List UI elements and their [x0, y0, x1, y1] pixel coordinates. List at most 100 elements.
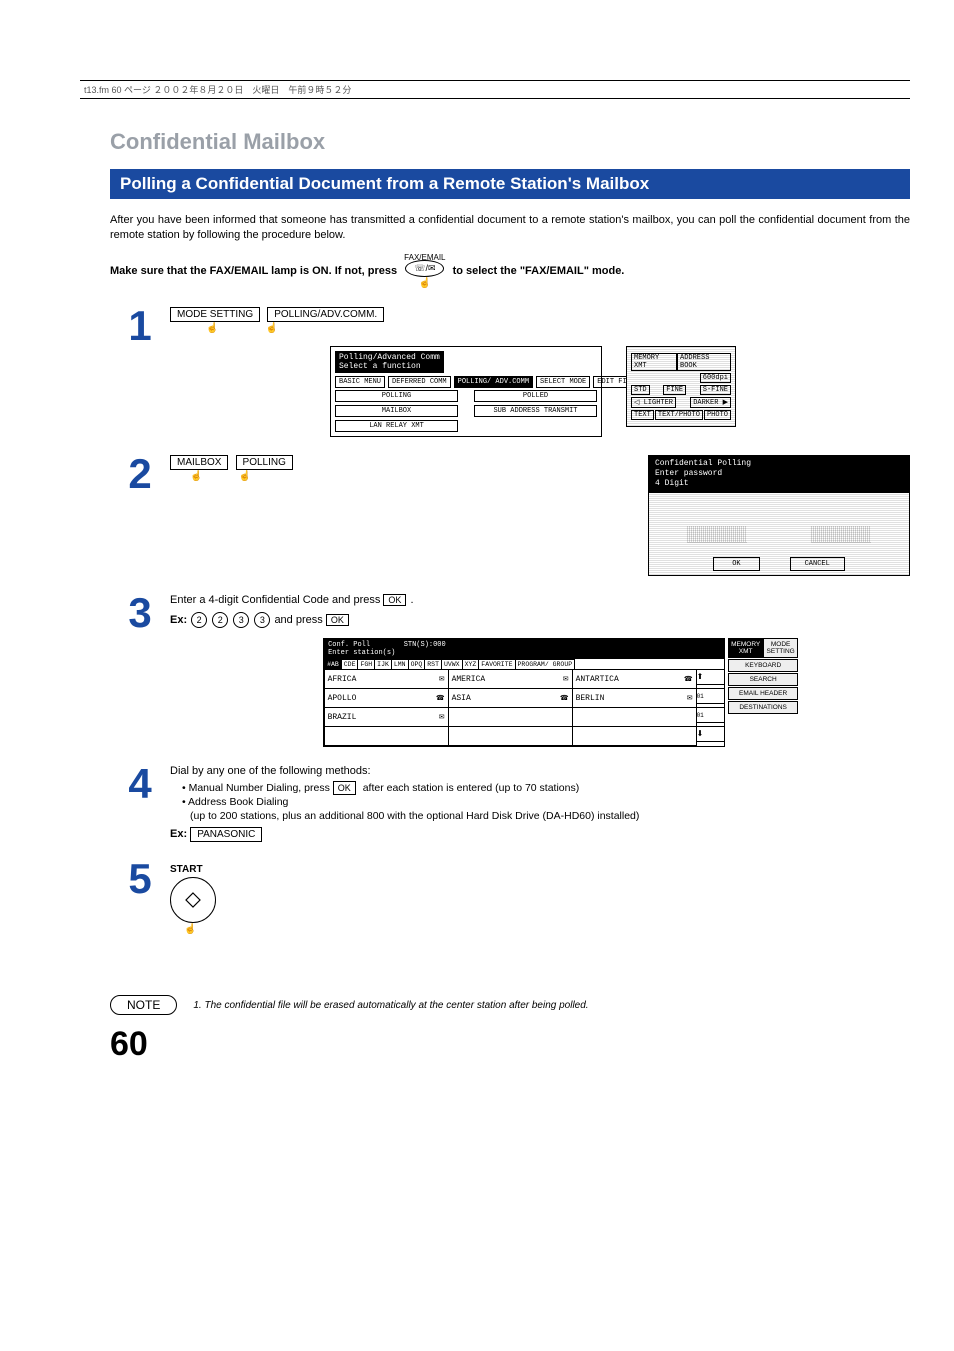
station-brazil[interactable]: BRAZIL✉	[324, 707, 449, 727]
tab-deferred[interactable]: DEFERRED COMM	[388, 376, 451, 388]
fax-email-button[interactable]: ☏/✉	[405, 260, 444, 277]
password-field-1[interactable]	[687, 526, 747, 543]
step-number-1: 1	[110, 307, 170, 345]
screen-tabs: BASIC MENU DEFERRED COMM POLLING/ ADV.CO…	[335, 376, 597, 388]
tab-xyz[interactable]: XYZ	[462, 659, 480, 670]
station-empty[interactable]	[448, 707, 573, 727]
bullet-address-book: • Address Book Dialing	[182, 795, 910, 809]
key-2[interactable]: 2	[191, 612, 207, 628]
ex-label: Ex:	[170, 828, 187, 840]
tab-rst[interactable]: RST	[424, 659, 442, 670]
scroll-down[interactable]: ⬇	[696, 726, 725, 742]
polling-button[interactable]: POLLING	[236, 455, 293, 470]
step-number-3: 3	[110, 594, 170, 632]
start-button[interactable]: START ☝	[170, 864, 910, 935]
title-bar: Polling a Confidential Document from a R…	[110, 169, 910, 199]
mode-pre: Make sure that the FAX/EMAIL lamp is ON.…	[110, 265, 397, 277]
side-destinations[interactable]: DESTINATIONS	[728, 701, 798, 714]
side-mode-setting[interactable]: MODE SETTING	[763, 638, 798, 658]
darker[interactable]: DARKER ▶	[690, 397, 731, 408]
station-berlin[interactable]: BERLIN✉	[572, 688, 697, 708]
tab-uvwx[interactable]: UVWX	[441, 659, 463, 670]
station-apollo[interactable]: APOLLO☎	[324, 688, 449, 708]
station-empty[interactable]	[572, 707, 697, 727]
side-panel: MEMORY XMTADDRESS BOOK 600dpi STD FINE S-F…	[626, 346, 736, 427]
key-3[interactable]: 3	[254, 612, 270, 628]
panasonic-button[interactable]: PANASONIC	[190, 827, 262, 842]
ok-key[interactable]: OK	[326, 614, 349, 626]
hand-icon: ☝ ☝	[190, 471, 297, 482]
tab-ijk[interactable]: IJK	[374, 659, 392, 670]
section-title: Confidential Mailbox	[110, 129, 910, 155]
option-sub-address[interactable]: SUB ADDRESS TRANSMIT	[474, 405, 597, 417]
mode-text[interactable]: TEXT	[631, 410, 654, 420]
mailbox-button[interactable]: MAILBOX	[170, 455, 228, 470]
step-4: 4 Dial by any one of the following metho…	[110, 765, 910, 843]
station-empty[interactable]	[324, 726, 449, 746]
side-dpi: 600dpi	[700, 373, 731, 383]
side-memory-xmt[interactable]: MEMORY XMT	[631, 353, 677, 371]
scroll-up[interactable]: ⬆	[696, 669, 725, 685]
option-polled[interactable]: POLLED	[474, 390, 597, 402]
station-africa[interactable]: AFRICA✉	[324, 669, 449, 689]
step-3: 3 Enter a 4-digit Confidential Code and …	[110, 594, 910, 747]
res-sfine[interactable]: S-FINE	[700, 385, 731, 395]
start-label: START	[170, 864, 910, 875]
ok-key[interactable]: OK	[383, 594, 406, 606]
station-antartica[interactable]: ANTARTICA☎	[572, 669, 697, 689]
mode-photo[interactable]: PHOTO	[704, 410, 731, 420]
ok-key[interactable]: OK	[333, 781, 356, 795]
station-asia[interactable]: ASIA☎	[448, 688, 573, 708]
note-text: 1. The confidential file will be erased …	[193, 1000, 588, 1011]
tab-polling-adv[interactable]: POLLING/ ADV.COMM	[454, 376, 533, 388]
tab-lmn[interactable]: LMN	[391, 659, 409, 670]
tab-fgh[interactable]: FGH	[357, 659, 375, 670]
key-2[interactable]: 2	[212, 612, 228, 628]
station-empty[interactable]	[572, 726, 697, 746]
tab-opq[interactable]: OPQ	[408, 659, 426, 670]
mode-post: to select the "FAX/EMAIL" mode.	[453, 265, 625, 277]
side-keyboard[interactable]: KEYBOARD	[728, 659, 798, 672]
mail-icon: ✉	[439, 713, 445, 722]
step4-line: Dial by any one of the following methods…	[170, 765, 910, 777]
tab-basic-menu[interactable]: BASIC MENU	[335, 376, 385, 388]
tab-program[interactable]: PROGRAM/ GROUP	[515, 659, 576, 670]
hand-icon: ☝	[404, 278, 445, 289]
side-memory-xmt[interactable]: MEMORY XMT	[728, 638, 763, 658]
option-lan-relay[interactable]: LAN RELAY XMT	[335, 420, 458, 432]
bullet-manual-dial: • Manual Number Dialing, press OK after …	[182, 781, 910, 795]
step-2: 2 MAILBOX POLLING ☝ ☝ Confidential Polli…	[110, 455, 910, 576]
tab-cde[interactable]: CDE	[341, 659, 359, 670]
address-side-panel: MEMORY XMT MODE SETTING KEYBOARD SEARCH …	[728, 638, 798, 715]
note-pill: NOTE	[110, 995, 177, 1015]
lighter[interactable]: ◁ LIGHTER	[631, 397, 676, 408]
diamond-icon	[185, 892, 201, 908]
res-fine[interactable]: FINE	[663, 385, 686, 395]
ok-button[interactable]: OK	[713, 557, 759, 571]
page-indicator: 01	[696, 707, 725, 723]
res-std[interactable]: STD	[631, 385, 650, 395]
station-empty[interactable]	[448, 726, 573, 746]
tab-favorite[interactable]: FAVORITE	[478, 659, 515, 670]
side-search[interactable]: SEARCH	[728, 673, 798, 686]
alpha-tabs: #AB CDE FGH IJK LMN OPQ RST UVWX XYZ FAV…	[324, 659, 724, 670]
station-america[interactable]: AMERICA✉	[448, 669, 573, 689]
step-number-4: 4	[110, 765, 170, 803]
step3-text: Enter a 4-digit Confidential Code and pr…	[170, 594, 380, 606]
password-field-2[interactable]	[811, 526, 871, 543]
cancel-button[interactable]: CANCEL	[790, 557, 845, 571]
tab-ab[interactable]: #AB	[324, 659, 342, 670]
print-header: t13.fm 60 ページ ２００２年８月２０日 火曜日 午前９時５２分	[80, 80, 910, 99]
intro-paragraph: After you have been informed that someon…	[110, 213, 910, 243]
polling-advcomm-button[interactable]: POLLING/ADV.COMM.	[267, 307, 384, 322]
side-address-book[interactable]: ADDRESS BOOK	[677, 353, 731, 371]
option-mailbox[interactable]: MAILBOX	[335, 405, 458, 417]
tab-select-mode[interactable]: SELECT MODE	[536, 376, 590, 388]
address-book-screen: Conf. Poll STN(S):000Enter station(s) #A…	[323, 638, 725, 747]
side-email-header[interactable]: EMAIL HEADER	[728, 687, 798, 700]
phone-mail-icon: ☏/✉	[414, 263, 435, 273]
mode-textphoto[interactable]: TEXT/PHOTO	[655, 410, 703, 420]
key-3[interactable]: 3	[233, 612, 249, 628]
mode-setting-button[interactable]: MODE SETTING	[170, 307, 260, 322]
option-polling[interactable]: POLLING	[335, 390, 458, 402]
